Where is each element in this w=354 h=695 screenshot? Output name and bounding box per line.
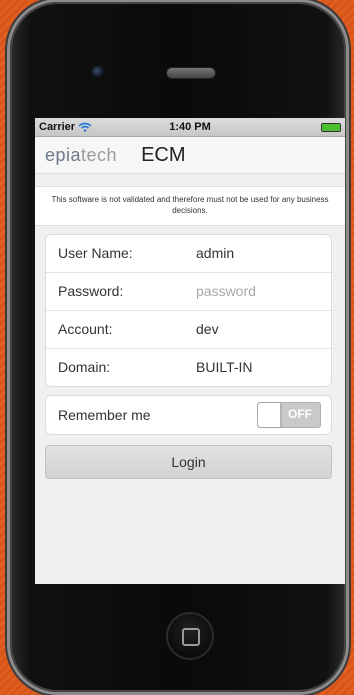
- domain-field[interactable]: BUILT-IN: [196, 359, 253, 375]
- remember-me-row: Remember me OFF: [45, 394, 332, 435]
- account-label: Account:: [58, 321, 113, 338]
- brand-logo: epiatech: [45, 145, 117, 166]
- login-form: User Name: admin Password: password Acco…: [45, 233, 332, 387]
- app-screen: Carrier 1:40 PM epiatech ECM This softwa…: [35, 118, 345, 584]
- status-bar: Carrier 1:40 PM: [35, 118, 345, 137]
- earpiece: [166, 67, 216, 79]
- password-field[interactable]: password: [196, 283, 256, 299]
- toggle-knob[interactable]: [258, 402, 280, 427]
- home-button[interactable]: [166, 612, 214, 660]
- camera-icon: [92, 66, 104, 78]
- password-row[interactable]: Password: password: [46, 273, 331, 311]
- toggle-state: OFF: [288, 406, 312, 421]
- remember-me-toggle[interactable]: OFF: [257, 401, 321, 428]
- logo-part1: epia: [45, 144, 82, 165]
- battery-icon: [321, 123, 341, 132]
- domain-label: Domain:: [58, 359, 111, 376]
- account-field[interactable]: dev: [196, 321, 219, 337]
- remember-me-label: Remember me: [58, 406, 151, 423]
- account-row[interactable]: Account: dev: [46, 311, 331, 349]
- app-header: epiatech ECM: [35, 137, 345, 174]
- disclaimer-text: This software is not validated and there…: [35, 186, 345, 226]
- home-square-icon: [182, 628, 200, 646]
- login-button[interactable]: Login: [45, 444, 332, 479]
- domain-row[interactable]: Domain: BUILT-IN: [46, 349, 331, 386]
- username-label: User Name:: [58, 245, 133, 262]
- username-field[interactable]: admin: [196, 245, 234, 261]
- username-row[interactable]: User Name: admin: [46, 235, 331, 273]
- logo-part2: tech: [81, 144, 118, 165]
- password-label: Password:: [58, 283, 124, 300]
- status-time: 1:40 PM: [169, 121, 211, 133]
- page-title: ECM: [141, 143, 186, 166]
